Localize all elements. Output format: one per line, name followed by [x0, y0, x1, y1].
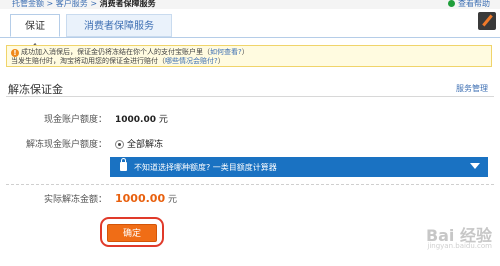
divider	[6, 96, 494, 97]
balance-value: 1000.00 元	[115, 112, 168, 125]
view-help-label: 查看帮助	[458, 0, 490, 8]
unfreeze-option-label: 全部解冻	[127, 140, 164, 150]
info-bar-text: 不知道选择哪种额度? 一类目额度计算器	[134, 163, 277, 172]
notice-line-1-end: ）	[241, 48, 249, 56]
actual-amount-unit: 元	[167, 195, 177, 205]
unfreeze-option[interactable]: 全部解冻	[115, 137, 163, 150]
notice-box: ! 成功加入消保后，保证金仍将冻结在你个人的支付宝账户里（如何查看?） 当发生赔…	[6, 45, 492, 67]
breadcrumb-item-0[interactable]: 托管金额	[12, 0, 44, 8]
chevron-down-icon[interactable]	[470, 163, 480, 169]
watermark-logo: Bai 经验 jingyan.baidu.com	[426, 222, 492, 250]
actual-amount: 1000.00	[115, 192, 166, 205]
tab-consumer-protection[interactable]: 消费者保障服务	[66, 14, 172, 37]
balance-unit: 元	[158, 115, 168, 125]
help-icon	[448, 0, 455, 7]
actual-amount-value: 1000.00 元	[115, 192, 177, 205]
pencil-icon[interactable]	[478, 12, 496, 30]
calculator-info-bar[interactable]: 不知道选择哪种额度? 一类目额度计算器	[110, 157, 488, 177]
balance-label: 现金账户额度：	[43, 115, 107, 125]
breadcrumb-separator: >	[87, 0, 100, 8]
breadcrumb-current: 消费者保障服务	[99, 0, 156, 8]
unfreeze-label: 解冻现金账户额度：	[25, 140, 107, 150]
which-cases-link[interactable]: 哪些情况会赔付?	[165, 57, 218, 65]
balance-amount: 1000.00	[115, 115, 156, 125]
radio-button[interactable]	[115, 140, 124, 149]
confirm-button[interactable]: 确定	[107, 224, 157, 242]
actual-amount-label: 实际解冻金额：	[43, 195, 107, 205]
notice-line-2: 当发生赔付时，淘宝将动用您的保证金进行赔付（哪些情况会赔付?）	[11, 56, 225, 66]
lock-icon	[120, 158, 127, 171]
view-help-link[interactable]: 查看帮助	[448, 0, 490, 9]
notice-line-2-text: 当发生赔付时，淘宝将动用您的保证金进行赔付（	[11, 57, 165, 65]
balance-row: 现金账户额度： 1000.00 元	[0, 110, 500, 126]
unfreeze-row: 解冻现金账户额度： 全部解冻	[0, 135, 500, 151]
tab-bar: 保证金 消费者保障服务	[0, 9, 500, 55]
breadcrumb-item-1[interactable]: 客户服务	[56, 0, 88, 8]
notice-line-1-text: 成功加入消保后，保证金仍将冻结在你个人的支付宝账户里（	[21, 48, 210, 56]
dashed-divider	[6, 184, 494, 185]
how-to-view-link[interactable]: 如何查看?	[210, 48, 242, 56]
service-manage-link[interactable]: 服务管理	[456, 83, 488, 94]
section-title: 解冻保证金	[8, 83, 63, 96]
actual-amount-row: 实际解冻金额： 1000.00 元	[0, 190, 500, 206]
tab-deposit[interactable]: 保证金	[10, 14, 60, 55]
breadcrumb-separator: >	[44, 0, 56, 8]
watermark-sub: jingyan.baidu.com	[427, 242, 492, 250]
notice-line-2-end: ）	[217, 57, 225, 65]
breadcrumb: 托管金额 > 客户服务 > 消费者保障服务	[12, 0, 156, 9]
confirm-highlight: 确定	[100, 217, 164, 247]
